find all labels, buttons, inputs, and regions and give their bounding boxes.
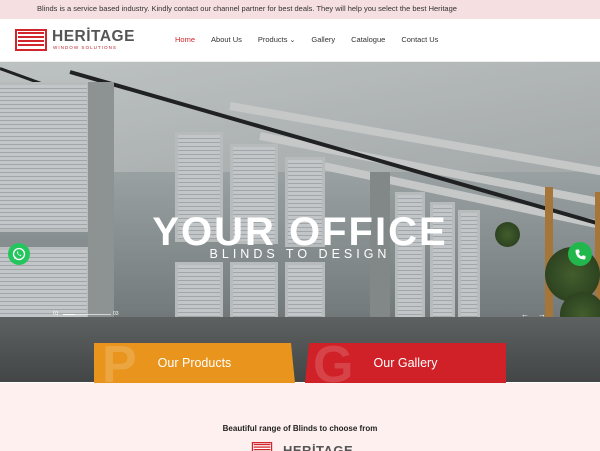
hero-title: YOUR OFFICE xyxy=(152,210,448,254)
nav-gallery[interactable]: Gallery xyxy=(311,35,335,47)
our-gallery-label: Our Gallery xyxy=(373,356,438,370)
brand-logo[interactable]: HERİTAGE WINDOW SOLUTIONS xyxy=(15,28,134,54)
call-button[interactable] xyxy=(568,242,592,266)
products-section xyxy=(0,383,600,451)
arrow-left-icon[interactable]: ← xyxy=(521,310,529,319)
announcement-bar: Blinds is a service based industry. Kind… xyxy=(0,0,600,19)
nav-contact[interactable]: Contact Us xyxy=(401,35,438,47)
our-products-label: Our Products xyxy=(157,356,232,370)
main-nav: Home About Us Products ⌄ Gallery Catalogu… xyxy=(175,35,454,47)
nav-products-label: Products xyxy=(257,35,288,44)
site-header: HERİTAGE WINDOW SOLUTIONS Home About Us … xyxy=(0,19,600,62)
slide-progress-track xyxy=(75,314,111,315)
blinds-logo-icon xyxy=(251,442,273,451)
announcement-text: Blinds is a service based industry. Kind… xyxy=(37,4,457,13)
our-gallery-card[interactable]: G Our Gallery xyxy=(305,343,506,383)
our-products-card[interactable]: P Our Products xyxy=(94,343,295,383)
chevron-down-icon: ⌄ xyxy=(289,37,296,44)
arrow-right-icon[interactable]: → xyxy=(538,310,546,319)
slide-current: 01 xyxy=(53,311,59,317)
nav-products[interactable]: Products ⌄ xyxy=(258,35,295,47)
phone-icon xyxy=(575,249,585,259)
whatsapp-icon xyxy=(12,247,26,261)
nav-about[interactable]: About Us xyxy=(211,35,242,47)
brand-subtitle: WINDOW SOLUTIONS xyxy=(53,45,117,50)
brand-name: HERİTAGE xyxy=(52,28,135,45)
slide-total: 03 xyxy=(113,311,119,317)
nav-home[interactable]: Home xyxy=(175,35,195,47)
hero-slider: BLINDS TO DESIGN YOUR OFFICE 01 03 ← → xyxy=(0,62,600,382)
whatsapp-button[interactable] xyxy=(8,243,30,265)
slide-progress-active xyxy=(63,314,75,315)
blinds-logo-icon xyxy=(15,29,47,51)
section-brand-logo: HERİTAGE xyxy=(247,442,357,451)
nav-catalogue[interactable]: Catalogue xyxy=(351,35,385,47)
section-brand-name: HERİTAGE xyxy=(283,443,354,451)
section-tagline: Beautiful range of Blinds to choose from xyxy=(222,424,378,433)
